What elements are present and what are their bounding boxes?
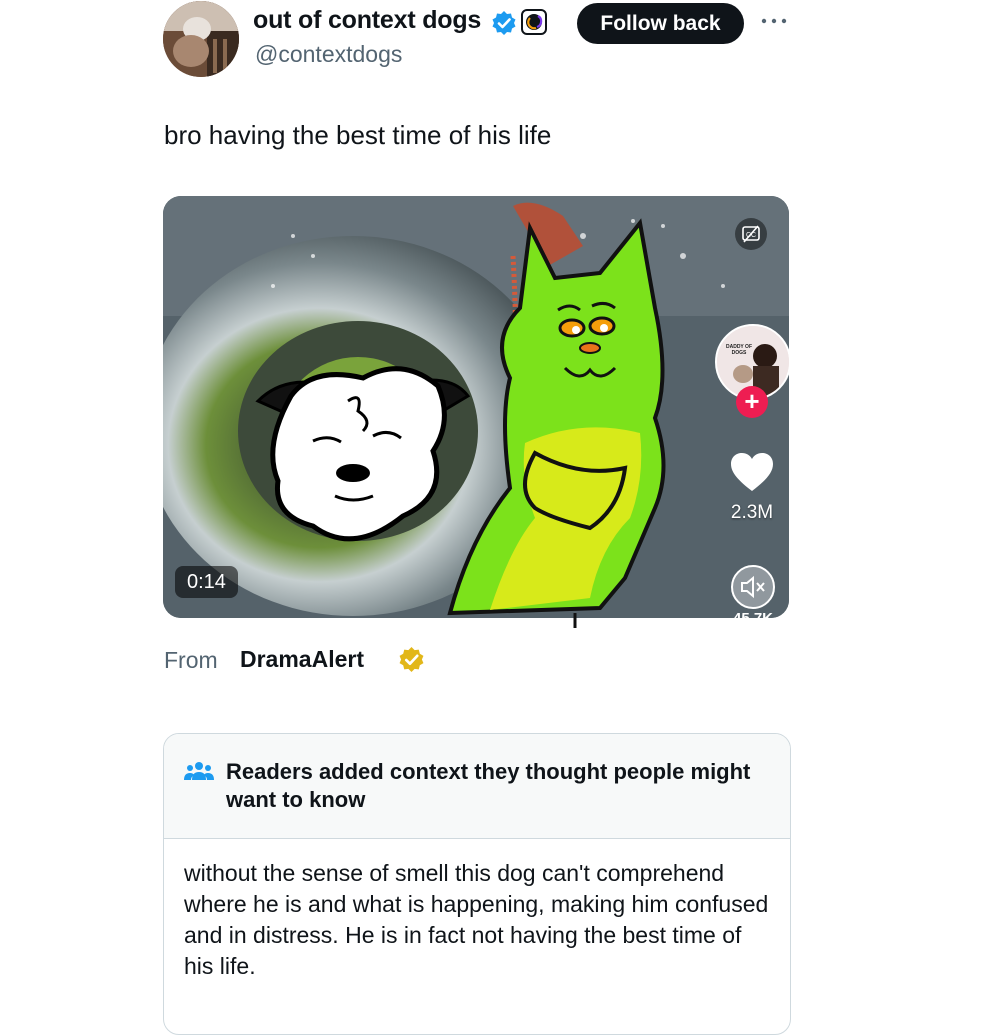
video-duration: 0:14: [175, 566, 238, 598]
muted-speaker-icon[interactable]: [730, 564, 776, 610]
community-note[interactable]: Readers added context they thought peopl…: [163, 733, 791, 1035]
community-note-header: Readers added context they thought peopl…: [164, 734, 790, 839]
author-avatar[interactable]: [163, 1, 239, 77]
people-icon: [184, 762, 214, 780]
tweet-text: bro having the best time of his life: [164, 120, 552, 150]
follow-back-button[interactable]: Follow back: [577, 3, 744, 44]
green-cat-drawing: [447, 218, 666, 628]
like-count: 2.3M: [730, 502, 774, 523]
source-account-name[interactable]: DramaAlert: [240, 646, 364, 673]
community-note-body: without the sense of smell this dog can'…: [184, 860, 769, 979]
more-horizontal-icon[interactable]: [760, 16, 788, 26]
author-handle[interactable]: @contextdogs: [255, 41, 402, 68]
gold-verified-badge-icon: [399, 647, 424, 672]
verified-badge-icon: [492, 11, 516, 35]
share-count: 45.7K: [723, 610, 783, 618]
author-display-name[interactable]: out of context dogs: [253, 6, 481, 35]
affiliate-badge-icon[interactable]: [521, 9, 547, 35]
source-from-label: From: [164, 647, 218, 673]
follow-creator-button[interactable]: +: [736, 386, 768, 418]
heart-icon[interactable]: [729, 451, 775, 493]
svg-text:DOGS: DOGS: [732, 350, 747, 356]
closed-captions-icon[interactable]: CC: [735, 218, 767, 250]
community-note-title: Readers added context they thought peopl…: [226, 759, 751, 812]
